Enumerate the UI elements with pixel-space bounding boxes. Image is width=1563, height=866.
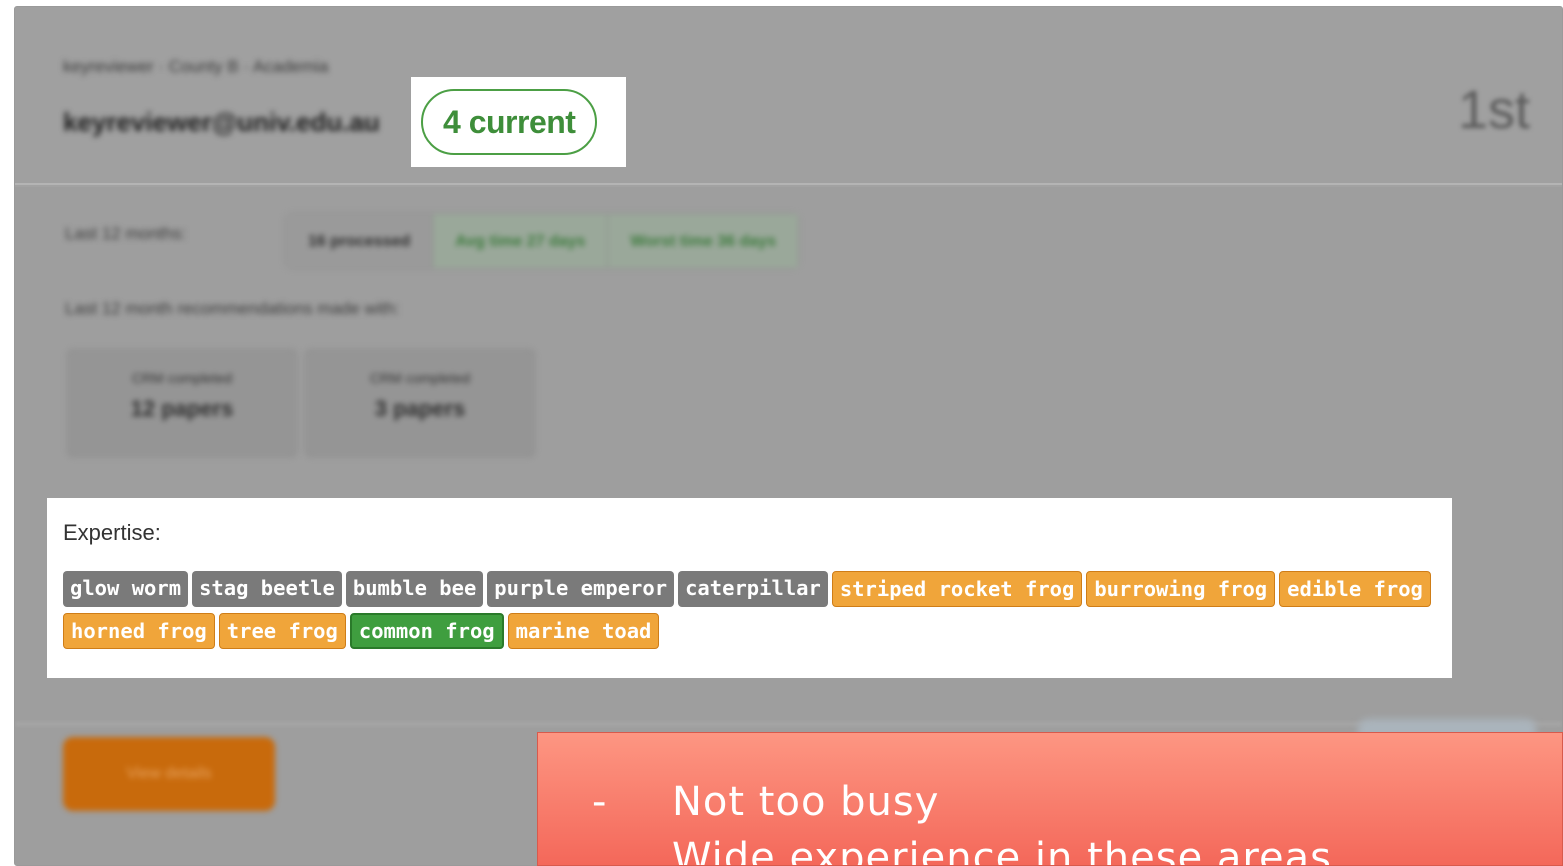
last-12-months-label: Last 12 months:: [65, 224, 186, 243]
view-details-button[interactable]: View details: [63, 737, 275, 811]
expertise-tag[interactable]: burrowing frog: [1086, 571, 1276, 607]
expertise-tag[interactable]: caterpillar: [678, 571, 828, 607]
recommendation-box: CRM completed 12 papers: [67, 349, 297, 457]
expertise-tag[interactable]: tree frog: [218, 613, 346, 649]
expertise-tag[interactable]: common frog: [349, 613, 504, 649]
expertise-tag[interactable]: glow worm: [63, 571, 189, 607]
callout-line: - Not too busy: [592, 779, 939, 825]
expertise-panel: Expertise: glow worm stag beetle bumble be…: [47, 498, 1452, 678]
recommendations-label: Last 12 month recommendations made with:: [65, 299, 400, 318]
current-highlight: 4 current: [411, 77, 626, 167]
stats-group: 16 processed Avg time 27 days Worst time…: [285, 213, 799, 269]
callout-box: - Not too busy Wide experience in these a…: [537, 732, 1563, 866]
callout-line-text: Not too busy: [672, 779, 940, 825]
expertise-tag[interactable]: purple emperor: [487, 571, 675, 607]
recommendation-box-value: 12 papers: [130, 396, 234, 421]
card-header: keyreviewer · County B · Academia keyrev…: [15, 7, 1562, 185]
recommendation-box-value: 3 papers: [374, 396, 466, 421]
callout-line-text: Wide experience in these areas: [672, 835, 1332, 866]
recommendation-box-label: CRM completed: [131, 370, 233, 386]
recommendation-box-label: CRM completed: [369, 370, 471, 386]
card-divider: [15, 723, 1562, 725]
expertise-tag[interactable]: striped rocket frog: [831, 571, 1083, 607]
expertise-tag[interactable]: stag beetle: [192, 571, 342, 607]
callout-bullet: -: [592, 779, 608, 825]
callout-line: Wide experience in these areas: [592, 835, 1332, 866]
expertise-tag[interactable]: horned frog: [63, 613, 215, 649]
expertise-tag[interactable]: marine toad: [507, 613, 660, 649]
reviewer-subline: keyreviewer · County B · Academia: [63, 57, 329, 76]
expertise-tags: glow worm stag beetle bumble bee purple emp…: [63, 571, 1443, 655]
processed-stat: 16 processed: [286, 214, 434, 268]
reviewer-rank: 1st: [1457, 80, 1530, 140]
expertise-tag[interactable]: edible frog: [1279, 571, 1431, 607]
worst-time-stat: Worst time 36 days: [608, 214, 798, 268]
avg-time-stat: Avg time 27 days: [433, 214, 609, 268]
recommendation-box: CRM completed 3 papers: [305, 349, 535, 457]
expertise-tag[interactable]: bumble bee: [345, 571, 484, 607]
reviewer-email[interactable]: keyreviewer@univ.edu.au: [63, 107, 380, 138]
expertise-label: Expertise:: [63, 520, 161, 545]
current-count-badge: 4 current: [421, 89, 598, 155]
